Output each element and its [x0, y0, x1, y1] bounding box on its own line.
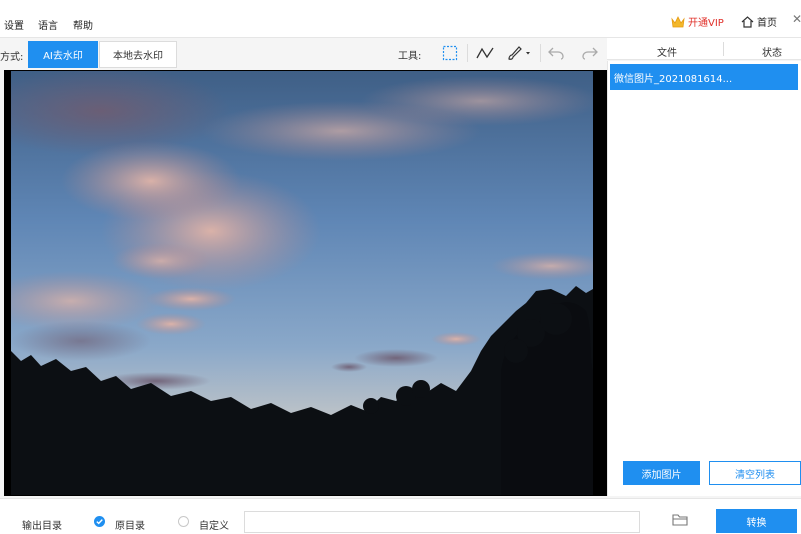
redo-button[interactable] — [580, 42, 600, 64]
brush-tool[interactable] — [504, 42, 534, 64]
home-label: 首页 — [757, 18, 777, 29]
file-list — [607, 61, 801, 496]
rect-select-icon — [442, 45, 458, 61]
vip-button[interactable]: 开通VIP — [671, 14, 724, 29]
menu-settings[interactable]: 设置 — [4, 17, 24, 32]
home-icon — [741, 15, 754, 28]
preview-image[interactable] — [11, 71, 593, 495]
add-image-button[interactable]: 添加图片 — [623, 461, 700, 485]
line-icon — [476, 47, 494, 59]
tools-label: 工具: — [398, 51, 422, 62]
close-icon[interactable]: ✕ — [792, 12, 801, 26]
rect-select-tool[interactable] — [440, 42, 460, 64]
brush-icon — [508, 46, 530, 60]
column-file: 文件 — [657, 48, 677, 59]
convert-button[interactable]: 转换 — [716, 509, 797, 533]
file-list-item[interactable]: 微信图片_2021081614... — [610, 64, 798, 90]
radio-custom-dir[interactable] — [178, 516, 189, 527]
check-icon — [96, 519, 103, 525]
crown-icon — [671, 15, 685, 27]
menu-language[interactable]: 语言 — [38, 17, 58, 32]
output-dir-label: 输出目录 — [22, 521, 62, 532]
radio-original-dir[interactable] — [94, 516, 105, 527]
folder-icon — [672, 514, 688, 526]
undo-icon — [548, 47, 564, 60]
toolbar-separator — [540, 44, 541, 62]
custom-dir-label[interactable]: 自定义 — [199, 517, 229, 532]
toolbar-separator — [467, 44, 468, 62]
ai-watermark-tab[interactable]: AI去水印 — [28, 41, 98, 68]
column-divider — [723, 42, 724, 56]
landscape-photo — [11, 71, 593, 495]
browse-folder-button[interactable] — [672, 513, 688, 529]
menu-help[interactable]: 帮助 — [73, 17, 93, 32]
home-button[interactable]: 首页 — [741, 14, 777, 29]
clear-list-button[interactable]: 清空列表 — [709, 461, 801, 485]
output-path-input[interactable] — [244, 511, 640, 533]
mode-label: 方式: — [0, 52, 24, 63]
local-watermark-tab[interactable]: 本地去水印 — [99, 41, 177, 68]
original-dir-label[interactable]: 原目录 — [115, 517, 145, 532]
line-tool[interactable] — [474, 42, 496, 64]
vip-label: 开通VIP — [688, 18, 724, 29]
column-status: 状态 — [762, 48, 782, 59]
undo-button[interactable] — [546, 42, 566, 64]
redo-icon — [582, 47, 598, 60]
